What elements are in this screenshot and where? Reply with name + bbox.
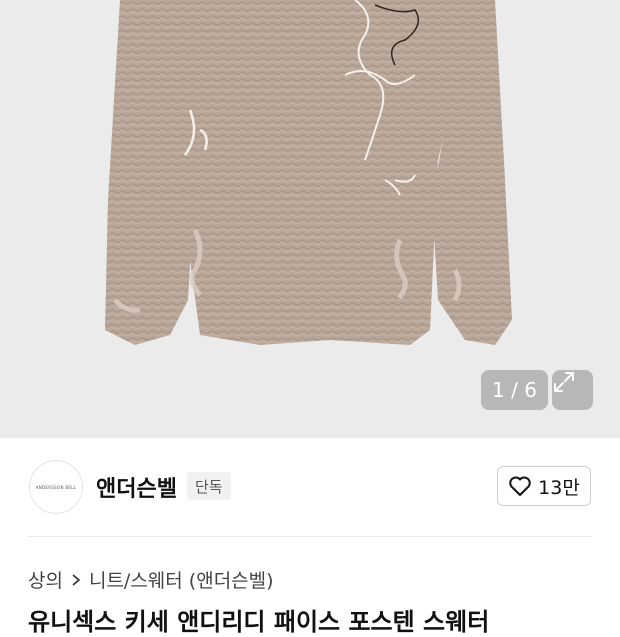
brand-logo-text: ANDERSSON BELL xyxy=(35,484,77,490)
exclusive-badge: 단독 xyxy=(187,472,231,500)
brand-logo[interactable]: ANDERSSON BELL xyxy=(29,460,83,514)
divider xyxy=(28,536,592,537)
like-button[interactable]: 13만 xyxy=(497,466,591,506)
image-counter: 1 / 6 xyxy=(481,370,548,410)
expand-button[interactable] xyxy=(552,370,593,410)
breadcrumb: 상의 니트/스웨터 (앤더슨벨) xyxy=(28,566,274,593)
expand-icon xyxy=(554,372,574,392)
heart-icon xyxy=(509,476,531,496)
like-count: 13만 xyxy=(538,476,580,499)
brand-row: ANDERSSON BELL 앤더슨벨 단독 13만 xyxy=(0,438,620,534)
chevron-right-icon xyxy=(72,573,81,586)
product-image-gallery[interactable]: 1 / 6 xyxy=(0,0,620,438)
brand-name[interactable]: 앤더슨벨 xyxy=(96,471,177,503)
breadcrumb-item-subcategory[interactable]: 니트/스웨터 (앤더슨벨) xyxy=(89,566,274,593)
breadcrumb-item-category[interactable]: 상의 xyxy=(28,566,63,593)
